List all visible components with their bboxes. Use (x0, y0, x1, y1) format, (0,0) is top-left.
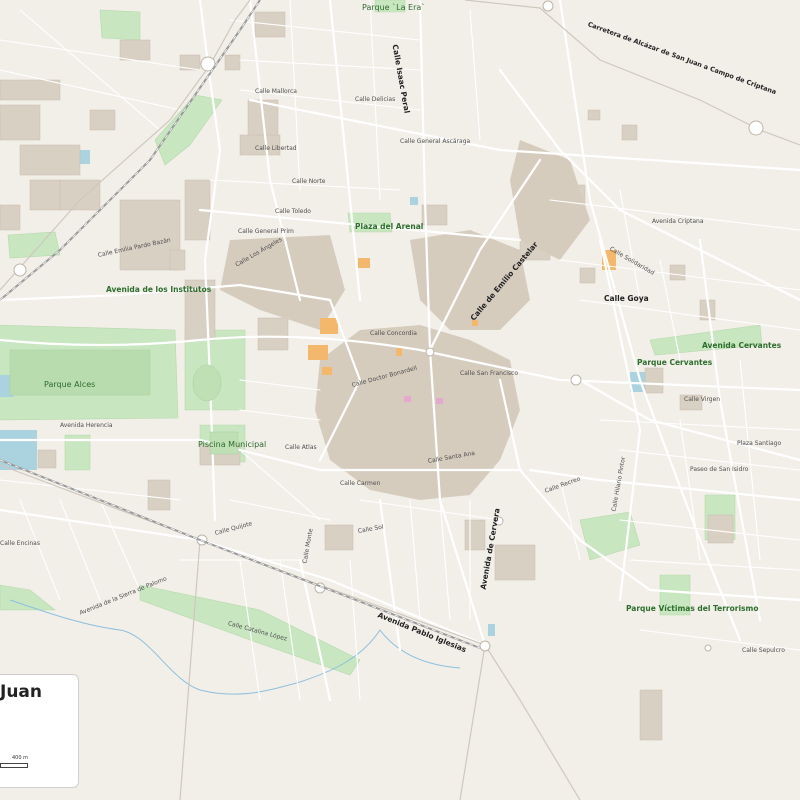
map-canvas[interactable]: Parque `La Era` Carretera de Alcázar de … (0, 0, 800, 800)
label-avenida-herencia: Avenida Herencia (60, 422, 113, 429)
label-plaza-del-arenal: Plaza del Arenal (355, 222, 424, 231)
label-calle-mallorca: Calle Mallorca (255, 88, 297, 95)
map-graphics (0, 0, 800, 800)
label-calle-toledo: Calle Toledo (275, 208, 311, 215)
label-parque-alces: Parque Alces (44, 380, 96, 389)
label-calle-goya: Calle Goya (604, 294, 649, 303)
label-calle-norte: Calle Norte (292, 178, 326, 185)
label-calle-virgen: Calle Virgen (684, 396, 721, 403)
label-calle-libertad: Calle Libertad (255, 145, 297, 152)
map-title: Juan (0, 682, 43, 702)
label-calle-concordia: Calle Concordia (370, 330, 417, 337)
label-calle-san-francisco: Calle San Francisco (460, 370, 519, 377)
label-parque-victimas: Parque Víctimas del Terrorismo (626, 604, 759, 613)
label-parque-la-era: Parque `La Era` (362, 3, 426, 12)
label-calle-general-prim: Calle General Prim (238, 228, 294, 235)
label-avenida-cervantes: Avenida Cervantes (702, 341, 782, 350)
scale-label: 400 m (12, 755, 29, 761)
label-parque-cervantes: Parque Cervantes (637, 358, 713, 367)
label-calle-sepulcro: Calle Sepulcro (742, 647, 785, 654)
label-avenida-criptana: Avenida Criptana (652, 218, 704, 225)
label-calle-carmen: Calle Carmen (340, 480, 381, 487)
label-piscina-municipal: Piscina Municipal (198, 440, 267, 449)
label-calle-general-ascaraga: Calle General Ascáraga (400, 138, 471, 145)
label-plaza-santiago: Plaza Santiago (737, 440, 782, 447)
scale-bar (0, 763, 28, 768)
label-calle-encinas: Calle Encinas (0, 540, 40, 547)
label-calle-atlas: Calle Atlas (285, 444, 317, 451)
label-avenida-institutos: Avenida de los Institutos (106, 285, 212, 294)
label-paseo-san-isidro: Paseo de San Isidro (690, 466, 749, 473)
label-calle-delicias: Calle Delicias (355, 96, 396, 103)
